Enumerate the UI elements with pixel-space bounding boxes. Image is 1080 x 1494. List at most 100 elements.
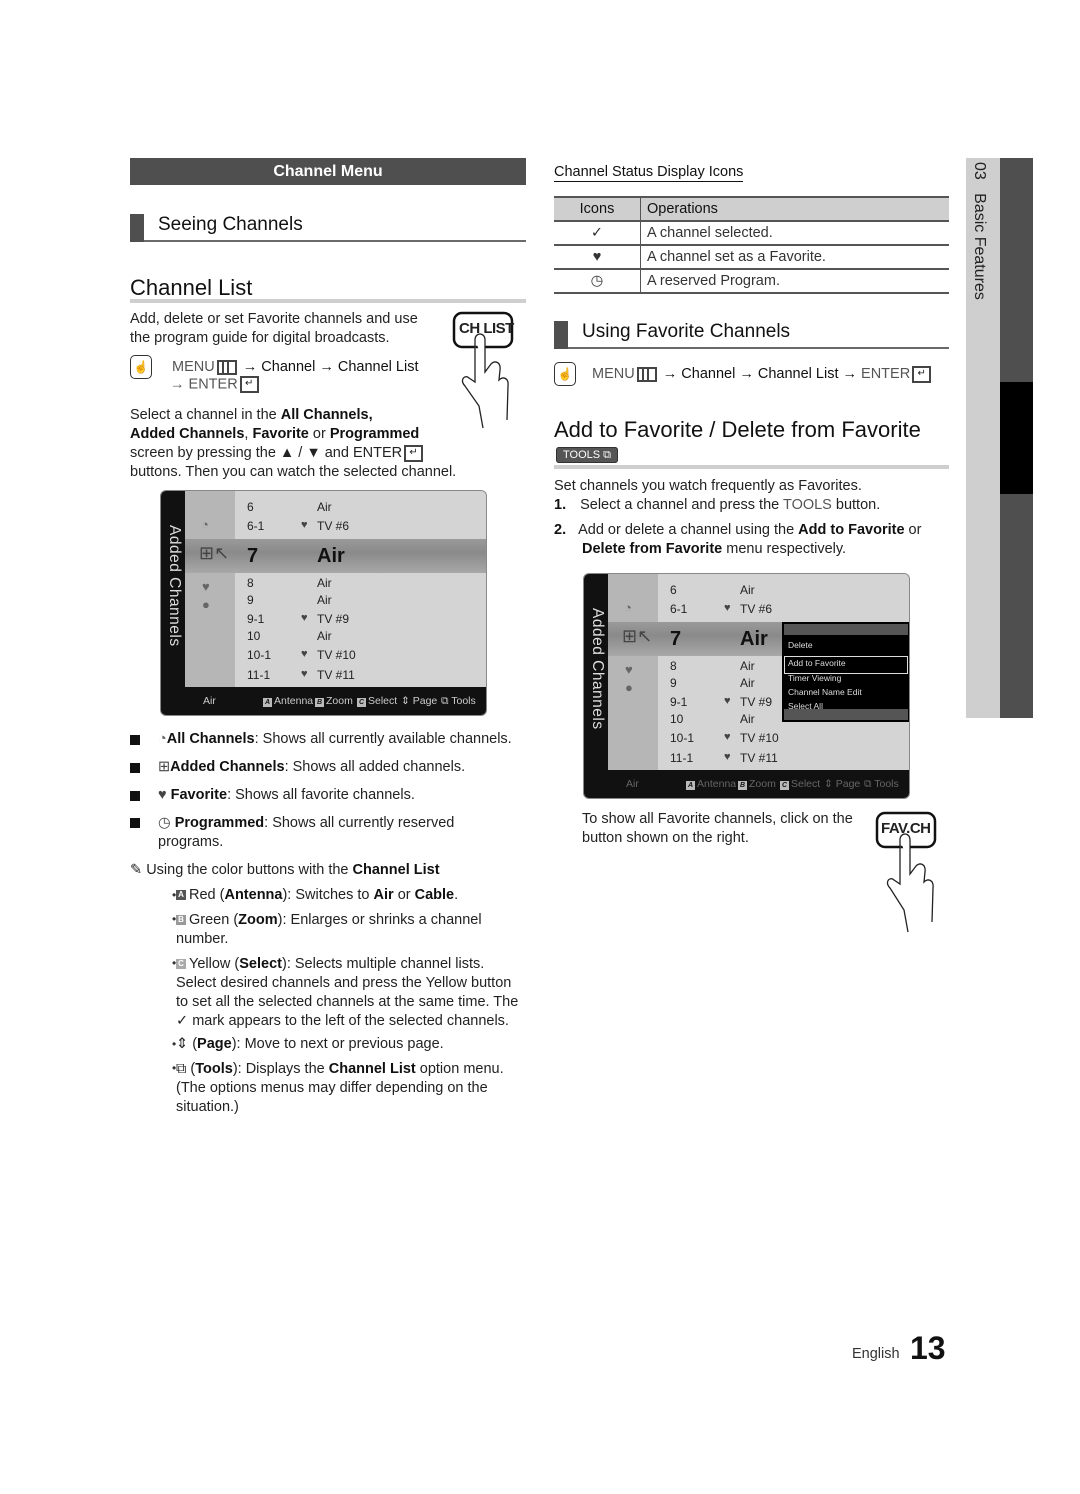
enter-icon: ↵ [404,444,424,462]
channel-list-area [235,491,486,687]
text: ): Move to next or previous page. [231,1036,444,1052]
menu-hand-icon: ☝ [554,362,576,386]
channel-name: Air [317,576,332,590]
all-channels-icon[interactable]: ◔ [624,600,632,615]
list-mode-label: Added Channels [166,525,183,647]
favorite-heart-icon: ♥ [724,602,731,614]
menu-item-add-to-favorite[interactable]: Add to Favorite [788,658,846,668]
tv-tools-menu-screen: Added Channels ◔ ⊞↖ ♥ ● 6 Air 6-1 ♥ TV #6 7… [583,573,910,799]
channel-name: Air [317,500,332,514]
channel-number: 6 [247,500,254,514]
side-panel: Added Channels [584,574,608,770]
operation-text: A channel selected. [640,221,949,246]
text: To show all Favorite channels, click on … [582,811,853,827]
favorite-icon[interactable]: ♥ [202,579,210,594]
heart-icon: ♥ [554,245,641,270]
text: : Shows all currently available channels… [254,731,512,747]
text: ): Switches to [282,887,374,903]
fav-ch-button-label: FAV.CH [881,820,931,837]
page-button[interactable]: ⇕ Page [824,778,860,790]
select-button[interactable]: C Select [780,778,820,790]
page-updown-icon: ⇕ [401,695,410,707]
menu-path-enter: → ENTER ↵ [170,376,259,393]
text: Yellow ( [189,956,240,972]
tv-footer-bar: Air A Antenna B Zoom C Select ⇕ Page ⧉ Tool… [584,770,909,798]
page-label: Page [835,778,861,790]
text: button. [831,497,881,513]
bullet-square [130,763,140,773]
zoom-button[interactable]: B Zoom [315,695,353,707]
programmed-icon[interactable]: ● [625,680,633,695]
green-key-icon: B [176,915,186,926]
select-button[interactable]: C Select [357,695,397,707]
added-channels-icon: ⊞ [158,759,171,775]
antenna-button[interactable]: A Antenna [686,778,736,790]
subsection-heading-seeing-channels: Seeing Channels [130,212,526,242]
channel-number: 8 [247,576,254,590]
text: screen by pressing the ▲ / ▼ and ENTER [130,445,403,461]
page-button[interactable]: ⇕ Page [401,695,437,707]
tools-icon: ⧉ [603,449,612,461]
heading-add-to-favorite: Add to Favorite / Delete from Favorite [554,417,921,442]
channel-number: 7 [670,628,682,650]
channel-list-intro: Add, delete or set Favorite channels and… [130,310,450,348]
bullet-square [130,818,140,828]
menu-item-channel-name-edit[interactable]: Channel Name Edit [788,687,862,697]
channel-number: 6 [670,583,677,597]
programmed-icon[interactable]: ● [202,597,210,612]
bold-text: Channel List [352,862,440,878]
tools-button[interactable]: ⧉ Tools [441,695,476,708]
table-row: ◷ A reserved Program. [554,269,949,294]
text: Red ( [189,887,225,903]
note: ✎ Using the color buttons with the Chann… [130,862,440,878]
text: Add or delete a channel using the [578,522,799,538]
page-updown-icon: ⇕ [176,1036,189,1052]
zoom-button[interactable]: B Zoom [738,778,776,790]
text: programs. [158,834,224,850]
list-type-programmed: ◷ Programmed: Shows all currently reserv… [158,814,454,852]
status-icons-title: Channel Status Display Icons [554,164,744,182]
channel-name: Air [317,545,345,567]
intro-line-2: the program guide for digital broadcasts… [130,330,390,346]
column-header-operations: Operations [640,196,949,222]
text: or [308,426,330,442]
text: or [904,522,922,538]
fav-ch-remote-illustration: FAV.CH [872,810,954,935]
page-updown-icon: ⇕ [824,778,833,790]
channel-name: TV #6 [317,519,350,533]
favorite-heart-icon: ♥ [724,751,731,763]
enter-icon: ↵ [912,365,932,383]
channel-number: 11-1 [247,668,271,682]
channel-number: 10-1 [670,731,695,745]
enter-icon: ↵ [239,376,259,393]
channel-number: 10-1 [247,648,272,662]
bold-text: Tools [195,1061,233,1077]
antenna-label: Antenna [697,778,737,790]
menu-item-delete[interactable]: Delete [788,640,813,650]
menu-item-timer-viewing[interactable]: Timer Viewing [788,673,841,683]
checkmark-icon: ✓ [554,221,641,246]
menu-hand-icon: ☝ [130,355,152,379]
select-label: Select [791,778,821,790]
tools-button-desc: ⧉ (Tools): Displays the Channel List opt… [176,1060,504,1117]
channel-name: TV #11 [317,668,355,682]
clock-icon: ◷ [554,269,641,294]
antenna-button[interactable]: A Antenna [263,695,313,707]
antenna-label: Antenna [274,695,314,707]
section-header: Channel Menu [130,158,526,185]
page-number: 13 [910,1330,946,1366]
text: option menu. [415,1061,504,1077]
bold-text: Antenna [224,887,283,903]
tools-badge: TOOLS ⧉ [556,446,619,463]
operation-text: A reserved Program. [640,269,949,294]
tools-button[interactable]: ⧉ Tools [864,778,899,791]
status-icons-table: Icons Operations ✓ A channel selected. ♥… [554,196,949,294]
channel-name: TV #9 [317,612,350,626]
favorite-icon[interactable]: ♥ [625,662,633,677]
added-channels-icon[interactable]: ⊞↖ [199,543,229,564]
subsection-title: Seeing Channels [158,214,303,235]
list-mode-label: Added Channels [589,608,606,730]
text: ): Enlarges or shrinks a channel [277,912,482,928]
all-channels-icon[interactable]: ◔ [201,517,209,532]
added-channels-icon[interactable]: ⊞↖ [622,626,652,647]
